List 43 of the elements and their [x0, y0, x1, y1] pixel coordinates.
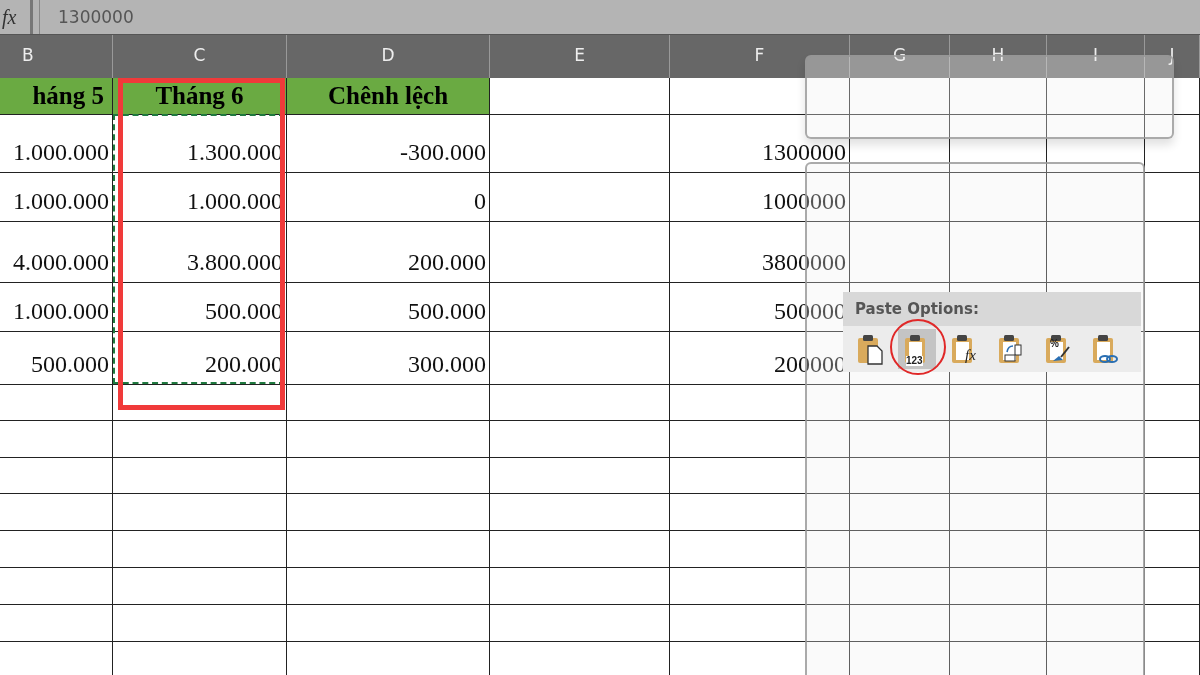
empty-cell [1145, 173, 1200, 222]
empty-cell [1145, 283, 1200, 332]
header-cell: Chênh lệch [287, 78, 490, 115]
table-cell: 200.000 [287, 222, 490, 283]
empty-cell [1145, 568, 1200, 605]
column-header[interactable]: I [1047, 35, 1145, 78]
empty-cell [1145, 385, 1200, 421]
column-header[interactable]: F [670, 35, 850, 78]
table-cell: 1.000.000 [0, 115, 113, 173]
empty-cell [1145, 78, 1200, 115]
column-header[interactable]: E [490, 35, 670, 78]
empty-cell [1145, 222, 1200, 283]
table-cell: 3.800.000 [113, 222, 287, 283]
clipboard-icon [1043, 333, 1073, 365]
empty-cell [1145, 531, 1200, 568]
empty-cell [1145, 332, 1200, 385]
table-cell: 300.000 [287, 332, 490, 385]
table-cell: 500.000 [287, 283, 490, 332]
paste-options-title: Paste Options: [843, 292, 1141, 326]
header-cell: háng 5 [0, 78, 113, 115]
table-cell: 1300000 [670, 115, 850, 173]
empty-cell [1145, 115, 1200, 173]
column-header[interactable]: H [950, 35, 1047, 78]
table-cell: 1.000.000 [0, 283, 113, 332]
table-cell: 1000000 [670, 173, 850, 222]
column-header[interactable]: J [1145, 35, 1200, 78]
clipboard-icon [1090, 333, 1120, 365]
table-cell: 4.000.000 [0, 222, 113, 283]
empty-cell [1145, 605, 1200, 642]
clipboard-icon [855, 333, 885, 365]
empty-cell [1145, 494, 1200, 531]
table-cell: -300.000 [287, 115, 490, 173]
table-cell: 500.000 [0, 332, 113, 385]
empty-cell [1145, 421, 1200, 458]
highlight-circle [890, 319, 946, 375]
table-cell: 1.000.000 [113, 173, 287, 222]
empty-cell [1145, 458, 1200, 494]
column-header[interactable]: G [850, 35, 950, 78]
table-cell: 1.000.000 [0, 173, 113, 222]
table-cell: 3800000 [670, 222, 850, 283]
table-cell: 1.300.000 [113, 115, 287, 173]
formula-input[interactable]: 1300000 [39, 0, 1200, 34]
table-cell: 0 [287, 173, 490, 222]
